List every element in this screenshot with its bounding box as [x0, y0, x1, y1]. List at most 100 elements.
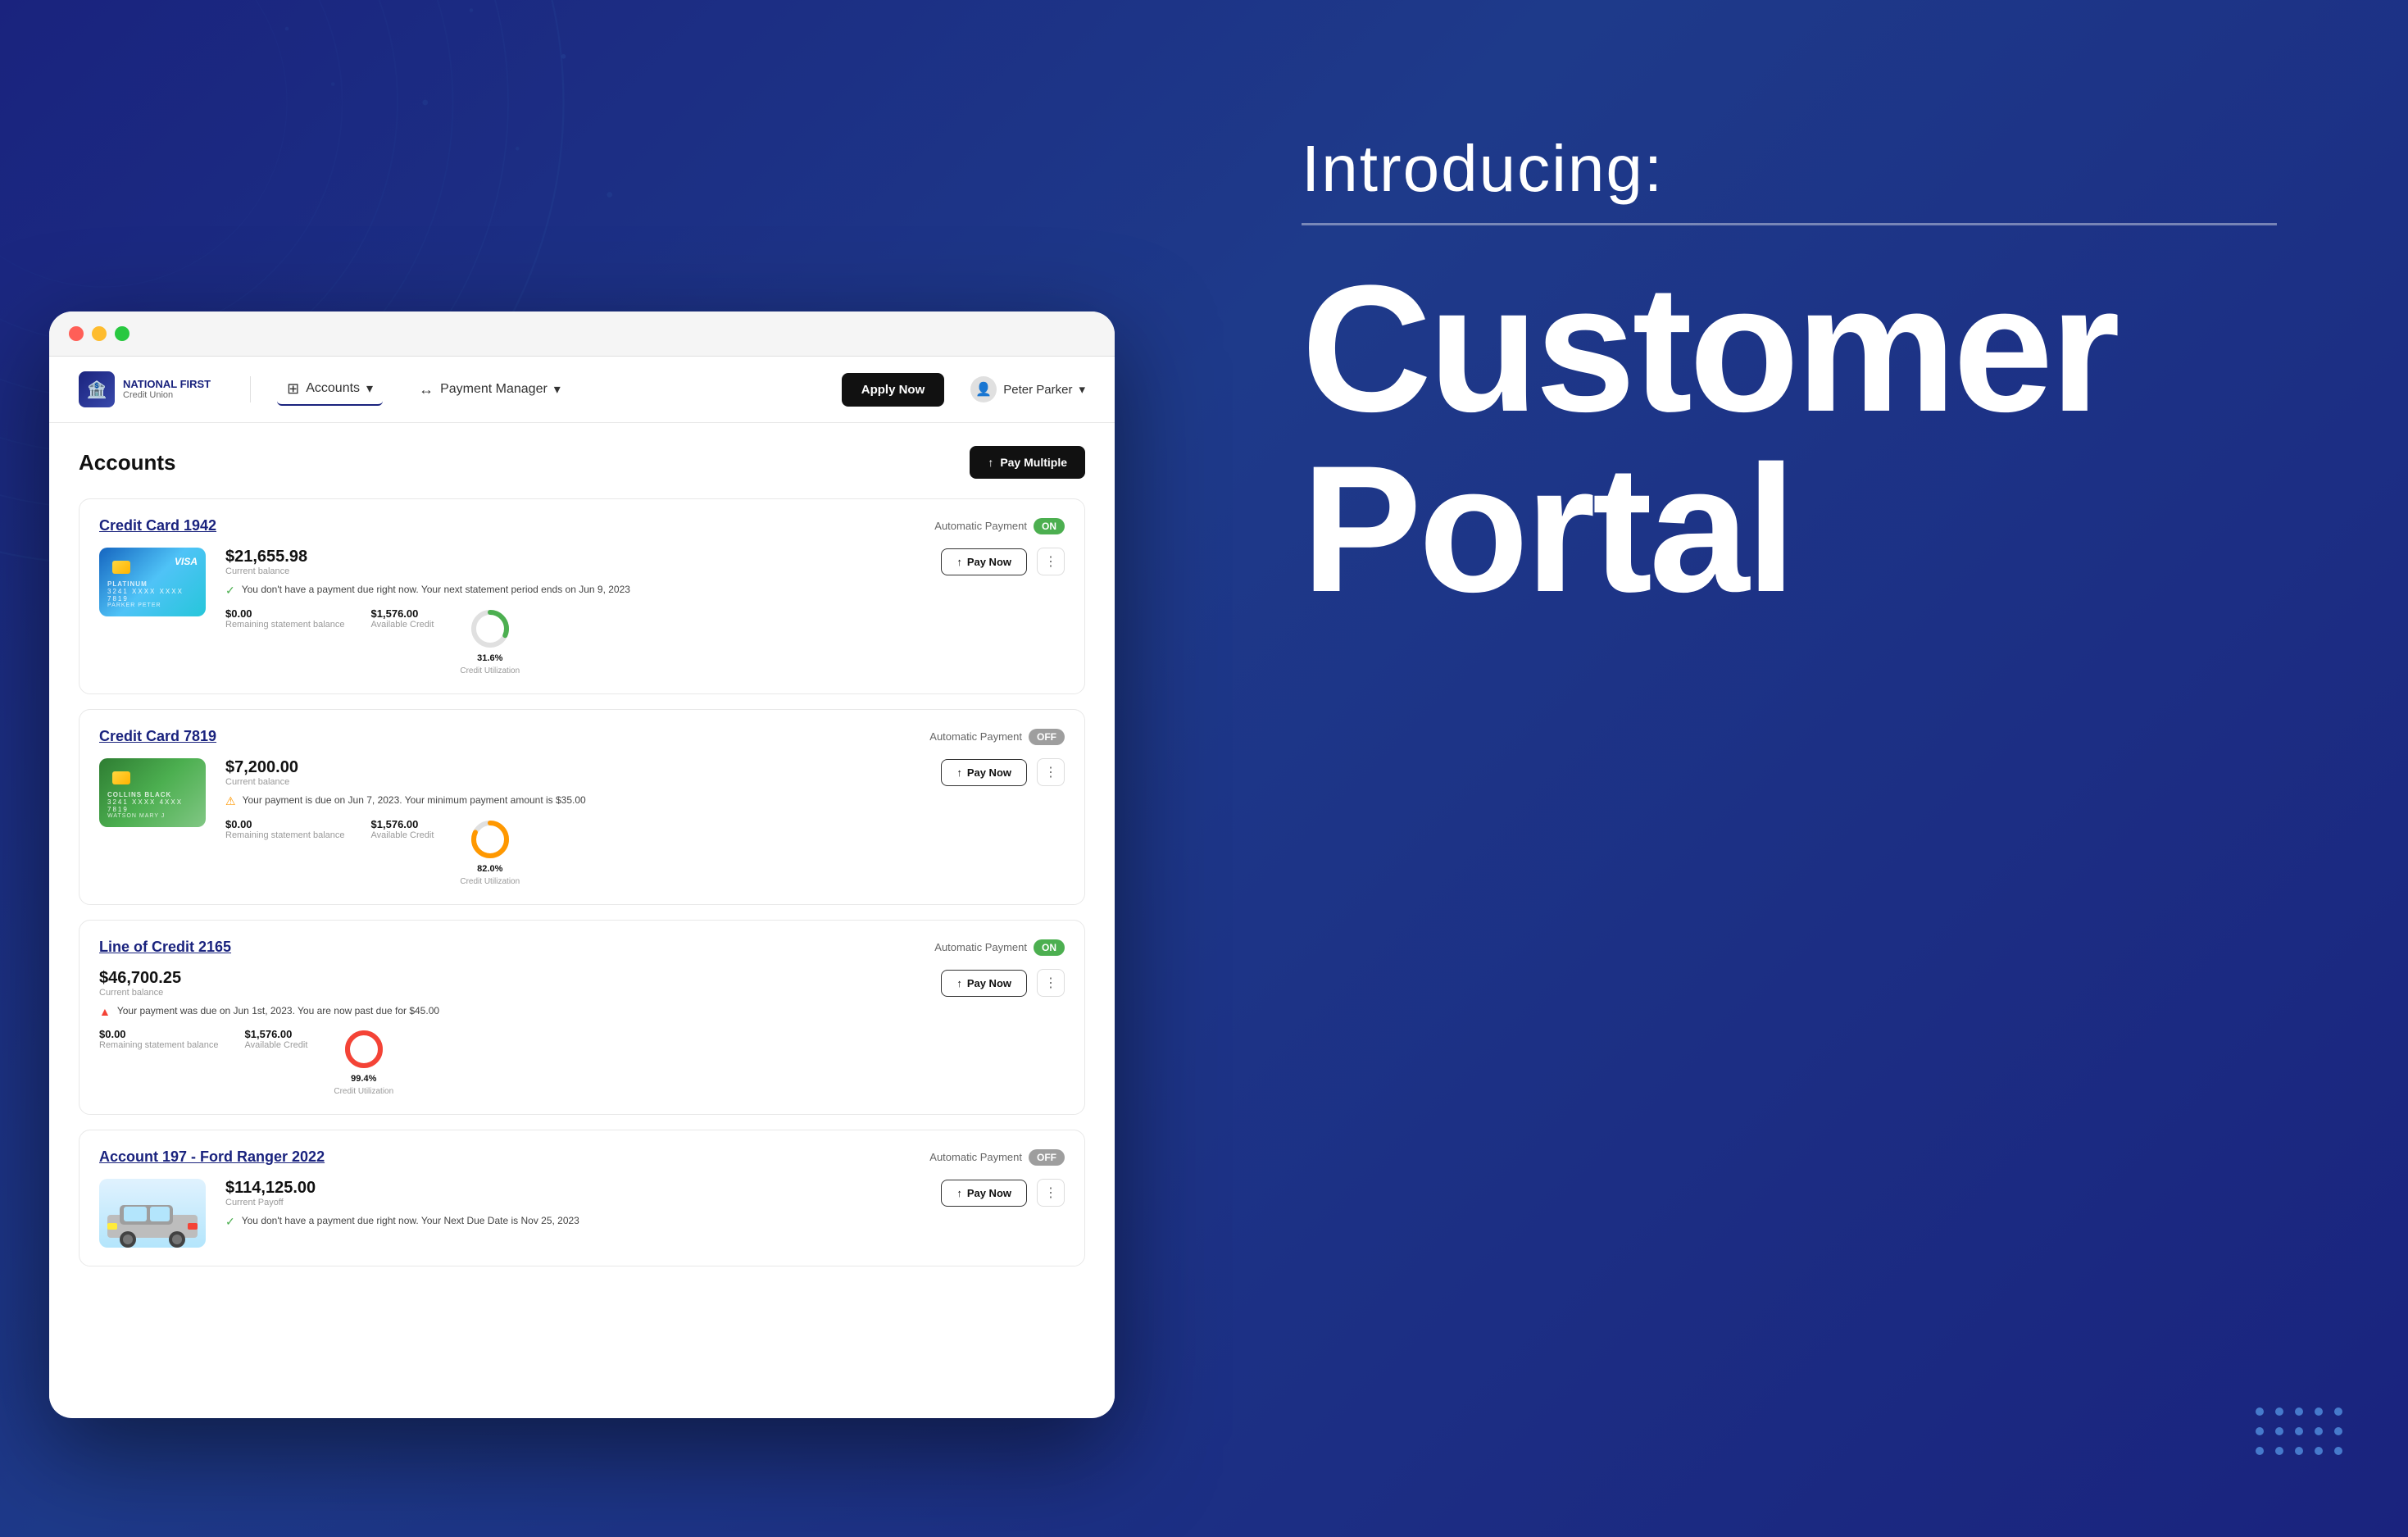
card-actions-0: ↑ Pay Now ⋮ [941, 548, 1065, 575]
status-icon-1: ⚠ [225, 794, 236, 808]
nav-logo: 🏦 NATIONAL FIRST Credit Union [79, 371, 211, 407]
utilization-donut-2: 99.4% Credit Utilization [334, 1028, 393, 1096]
card-actions-1: ↑ Pay Now ⋮ [941, 758, 1065, 786]
card-header-0: Credit Card 1942 Automatic Payment ON [99, 517, 1065, 534]
account-card-2: Line of Credit 2165 Automatic Payment ON… [79, 920, 1085, 1115]
browser-close-dot[interactable] [69, 326, 84, 341]
card-header-2: Line of Credit 2165 Automatic Payment ON [99, 939, 1065, 956]
status-row-3: ✓ You don't have a payment due right now… [225, 1214, 921, 1229]
card-title-0[interactable]: Credit Card 1942 [99, 517, 216, 534]
balance-amount-2: $46,700.25 [99, 969, 921, 988]
status-text-3: You don't have a payment due right now. … [242, 1214, 579, 1228]
card-body-0: VISA Platinum 3241 XXXX XXXX 7819 PARKER… [99, 548, 1065, 675]
balance-label-0: Current balance [225, 566, 921, 576]
more-options-button-0[interactable]: ⋮ [1037, 548, 1065, 575]
main-content: Accounts ↑ Pay Multiple Credit Card 1942… [49, 423, 1115, 1304]
donut-chart-2 [343, 1028, 385, 1071]
card-actions-3: ↑ Pay Now ⋮ [941, 1179, 1065, 1207]
intro-title: Customer Portal [1302, 258, 2277, 619]
account-card-1: Credit Card 7819 Automatic Payment OFF C… [79, 709, 1085, 905]
pay-now-icon-2: ↑ [956, 977, 962, 989]
card-info-3: $114,125.00 Current Payoff ✓ You don't h… [225, 1179, 921, 1239]
status-row-0: ✓ You don't have a payment due right now… [225, 583, 921, 598]
balance-amount-1: $7,200.00 [225, 758, 921, 777]
status-text-1: Your payment is due on Jun 7, 2023. Your… [243, 794, 586, 807]
auto-payment-0: Automatic Payment ON [934, 518, 1065, 534]
auto-payment-toggle-1[interactable]: OFF [1029, 729, 1065, 745]
card-stats-0: $0.00 Remaining statement balance $1,576… [225, 607, 921, 675]
dot-grid-decoration [2256, 1407, 2342, 1455]
pay-now-icon-0: ↑ [956, 556, 962, 568]
page-title: Accounts [79, 450, 175, 475]
browser-window: 🏦 NATIONAL FIRST Credit Union ⊞ Accounts… [49, 311, 1115, 1418]
card-info-0: $21,655.98 Current balance ✓ You don't h… [225, 548, 921, 675]
auto-payment-toggle-3[interactable]: OFF [1029, 1149, 1065, 1166]
balance-label-1: Current balance [225, 777, 921, 787]
pay-now-button-3[interactable]: ↑ Pay Now [941, 1180, 1027, 1207]
logo-text: NATIONAL FIRST Credit Union [123, 379, 211, 400]
nav-user[interactable]: 👤 Peter Parker ▾ [970, 376, 1085, 402]
status-row-1: ⚠ Your payment is due on Jun 7, 2023. Yo… [225, 794, 921, 808]
auto-payment-toggle-0[interactable]: ON [1034, 518, 1065, 534]
more-options-button-1[interactable]: ⋮ [1037, 758, 1065, 786]
user-avatar-icon: 👤 [970, 376, 997, 402]
browser-minimize-dot[interactable] [92, 326, 107, 341]
browser-chrome [49, 311, 1115, 357]
browser-maximize-dot[interactable] [115, 326, 129, 341]
auto-payment-1: Automatic Payment OFF [929, 729, 1065, 745]
intro-divider [1302, 223, 2277, 225]
remaining-stat-2: $0.00 Remaining statement balance [99, 1028, 219, 1096]
auto-payment-toggle-2[interactable]: ON [1034, 939, 1065, 956]
card-title-2[interactable]: Line of Credit 2165 [99, 939, 231, 956]
upload-icon: ↑ [988, 456, 993, 469]
app-content: 🏦 NATIONAL FIRST Credit Union ⊞ Accounts… [49, 357, 1115, 1416]
credit-card-visual-0: VISA Platinum 3241 XXXX XXXX 7819 PARKER… [99, 548, 206, 616]
status-icon-2: ▲ [99, 1005, 111, 1018]
card-body-3: $114,125.00 Current Payoff ✓ You don't h… [99, 1179, 1065, 1248]
balance-amount-0: $21,655.98 [225, 548, 921, 566]
card-stats-2: $0.00 Remaining statement balance $1,576… [99, 1028, 921, 1096]
pay-multiple-button[interactable]: ↑ Pay Multiple [970, 446, 1085, 479]
card-body-1: Collins Black 3241 XXXX 4XXX 7819 WATSON… [99, 758, 1065, 886]
status-icon-3: ✓ [225, 1215, 235, 1229]
utilization-donut-1: 82.0% Credit Utilization [460, 818, 520, 886]
auto-payment-3: Automatic Payment OFF [929, 1149, 1065, 1166]
nav-payment-manager[interactable]: ↔ Payment Manager ▾ [409, 375, 570, 405]
card-info-1: $7,200.00 Current balance ⚠ Your payment… [225, 758, 921, 886]
credit-card-visual-1: Collins Black 3241 XXXX 4XXX 7819 WATSON… [99, 758, 206, 827]
available-credit-stat-2: $1,576.00 Available Credit [245, 1028, 308, 1096]
card-header-1: Credit Card 7819 Automatic Payment OFF [99, 728, 1065, 745]
utilization-donut-0: 31.6% Credit Utilization [460, 607, 520, 675]
apply-now-button[interactable]: Apply Now [842, 373, 945, 407]
pay-now-icon-3: ↑ [956, 1187, 962, 1199]
card-chip-0 [112, 561, 130, 574]
visa-logo-0: VISA [175, 556, 198, 567]
pay-now-button-0[interactable]: ↑ Pay Now [941, 548, 1027, 575]
account-card-3: Account 197 - Ford Ranger 2022 Automatic… [79, 1130, 1085, 1266]
card-title-3[interactable]: Account 197 - Ford Ranger 2022 [99, 1148, 325, 1166]
status-row-2: ▲ Your payment was due on Jun 1st, 2023.… [99, 1004, 921, 1018]
auto-payment-2: Automatic Payment ON [934, 939, 1065, 956]
payment-icon: ↔ [419, 381, 434, 398]
available-credit-stat-0: $1,576.00 Available Credit [371, 607, 434, 675]
card-chip-1 [112, 771, 130, 784]
nav-accounts[interactable]: ⊞ Accounts ▾ [277, 374, 383, 406]
intro-section: Introducing: Customer Portal [1236, 66, 2342, 684]
card-stats-1: $0.00 Remaining statement balance $1,576… [225, 818, 921, 886]
card-actions-2: ↑ Pay Now ⋮ [941, 969, 1065, 997]
account-card-0: Credit Card 1942 Automatic Payment ON VI… [79, 498, 1085, 694]
card-title-1[interactable]: Credit Card 7819 [99, 728, 216, 745]
more-options-button-2[interactable]: ⋮ [1037, 969, 1065, 997]
pay-now-button-1[interactable]: ↑ Pay Now [941, 759, 1027, 786]
card-header-3: Account 197 - Ford Ranger 2022 Automatic… [99, 1148, 1065, 1166]
pay-now-button-2[interactable]: ↑ Pay Now [941, 970, 1027, 997]
available-credit-stat-1: $1,576.00 Available Credit [371, 818, 434, 886]
more-options-button-3[interactable]: ⋮ [1037, 1179, 1065, 1207]
donut-chart-1 [469, 818, 511, 861]
car-image [99, 1179, 206, 1248]
remaining-stat-1: $0.00 Remaining statement balance [225, 818, 345, 886]
logo-icon: 🏦 [79, 371, 115, 407]
card-body-2: $46,700.25 Current balance ▲ Your paymen… [99, 969, 1065, 1096]
intro-label: Introducing: [1302, 131, 2277, 207]
nav-divider [250, 376, 251, 402]
